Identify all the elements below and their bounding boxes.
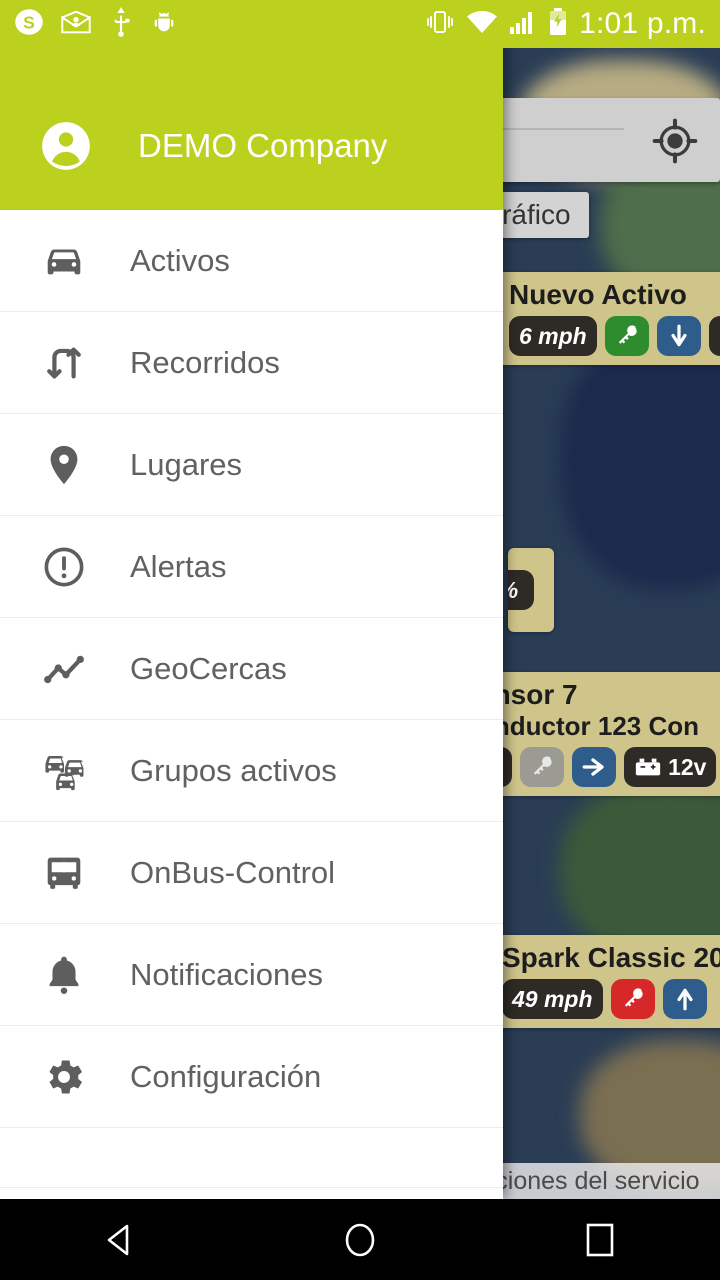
sidebar-item-configuracion[interactable]: Configuración xyxy=(0,1026,503,1128)
cellular-signal-icon xyxy=(509,9,537,40)
car-battery-badge: 12v xyxy=(624,747,717,788)
skype-icon: S xyxy=(14,7,44,42)
android-debug-icon xyxy=(150,8,178,41)
sidebar-item-label: Grupos activos xyxy=(130,752,337,788)
trend-line-icon xyxy=(38,643,90,695)
arrow-right-icon xyxy=(572,747,617,788)
vehicle-card[interactable]: Spark Classic 2016 49 mph xyxy=(490,935,720,1029)
vehicle-title: Spark Classic 2016 xyxy=(502,942,720,973)
status-bar-left-icons: S xyxy=(0,6,178,42)
speed-badge: 6 mph xyxy=(509,316,597,357)
sidebar-item-label: OnBus-Control xyxy=(130,854,336,890)
vehicle-subtitle: onductor 123 Con xyxy=(478,711,700,742)
sidebar-item-label: Lugares xyxy=(130,446,243,482)
percent-badge: % xyxy=(508,570,534,610)
swap-arrows-icon xyxy=(38,337,90,389)
ignition-key-icon xyxy=(610,979,655,1020)
ignition-key-icon xyxy=(604,316,649,357)
voltage-label: 12v xyxy=(668,753,707,780)
arrow-up-icon xyxy=(662,979,707,1020)
sidebar-item-label: Configuración xyxy=(130,1058,322,1094)
sidebar-item-recorridos[interactable]: Recorridos xyxy=(0,312,503,414)
speed-badge: 49 mph xyxy=(502,979,603,1020)
car-battery-icon xyxy=(635,758,661,776)
multiple-cars-icon xyxy=(38,745,90,797)
drawer-item-list[interactable]: Activos Recorridos Lugares Alertas GeoCe… xyxy=(0,210,503,1199)
vibrate-icon xyxy=(425,8,455,41)
sidebar-item-alertas[interactable]: Alertas xyxy=(0,516,503,618)
sidebar-item-activos[interactable]: Activos xyxy=(0,210,503,312)
arrow-down-icon xyxy=(656,316,701,357)
status-bar: S 1:01 p.m. xyxy=(0,0,720,48)
crosshair-icon[interactable] xyxy=(652,118,698,164)
sidebar-item-notificaciones[interactable]: Notificaciones xyxy=(0,924,503,1026)
ignition-key-icon xyxy=(520,747,565,788)
sidebar-item-partial[interactable] xyxy=(0,1128,503,1188)
gear-icon xyxy=(38,1051,90,1103)
back-button[interactable] xyxy=(50,1199,190,1280)
sidebar-item-label: Recorridos xyxy=(130,344,280,380)
car-icon xyxy=(38,235,90,287)
bus-icon xyxy=(38,847,90,899)
svg-text:S: S xyxy=(23,12,35,32)
vehicle-title: Nuevo Activo xyxy=(509,279,687,310)
sidebar-item-onbus-control[interactable]: OnBus-Control xyxy=(0,822,503,924)
vehicle-badge-row: h 12v 10 xyxy=(478,747,720,788)
car-battery-badge: 12v xyxy=(708,316,720,357)
account-circle-icon xyxy=(40,120,92,172)
vehicle-title: ensor 7 xyxy=(478,679,578,710)
status-bar-right-icons: 1:01 p.m. xyxy=(425,7,720,41)
bell-icon xyxy=(38,949,90,1001)
navigation-drawer[interactable]: DEMO Company Activos Recorridos Lugares … xyxy=(0,0,503,1199)
mail-icon xyxy=(60,8,92,41)
vehicle-card[interactable]: Nuevo Activo 6 mph 12v xyxy=(497,272,720,366)
sidebar-item-geocercas[interactable]: GeoCercas xyxy=(0,618,503,720)
vehicle-badge-row: 6 mph 12v xyxy=(509,316,720,357)
alert-circle-icon xyxy=(38,541,90,593)
location-pin-icon xyxy=(38,439,90,491)
android-screen: g Tráfico Nuevo Activo 6 mph xyxy=(0,0,720,1280)
account-name: DEMO Company xyxy=(138,127,388,164)
sidebar-item-grupos-activos[interactable]: Grupos activos xyxy=(0,720,503,822)
sidebar-item-label: Activos xyxy=(130,242,230,278)
vehicle-badge-row: 49 mph xyxy=(502,979,720,1020)
android-navigation-bar[interactable] xyxy=(0,1199,720,1280)
vehicle-card[interactable]: ensor 7 onductor 123 Con h 12v 10 xyxy=(466,672,720,797)
recents-button[interactable] xyxy=(530,1199,670,1280)
sidebar-item-lugares[interactable]: Lugares xyxy=(0,414,503,516)
status-bar-clock: 1:01 p.m. xyxy=(579,7,706,40)
battery-charging-icon xyxy=(548,7,568,41)
sidebar-item-label: Notificaciones xyxy=(130,956,323,992)
sidebar-item-label: Alertas xyxy=(130,548,227,584)
vehicle-card[interactable]: % xyxy=(508,548,554,632)
home-button[interactable] xyxy=(290,1199,430,1280)
usb-icon xyxy=(108,6,134,42)
wifi-icon xyxy=(466,9,498,40)
sidebar-item-label: GeoCercas xyxy=(130,650,287,686)
